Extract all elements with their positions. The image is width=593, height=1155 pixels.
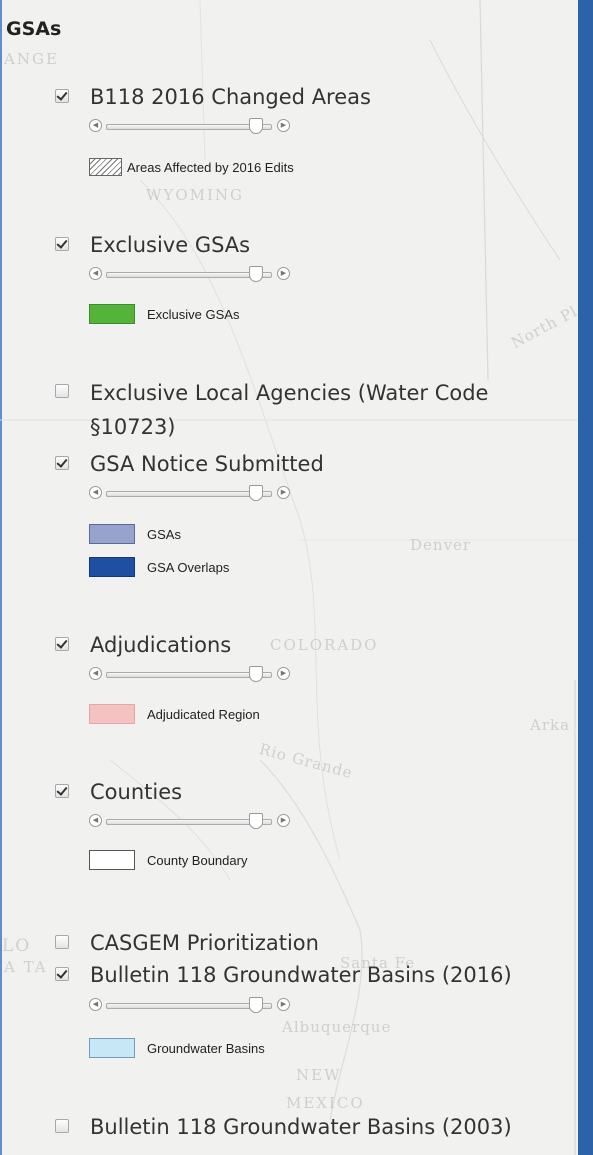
- slider-track[interactable]: [106, 124, 272, 130]
- color-swatch: [89, 557, 135, 577]
- layer-name: Counties: [90, 780, 183, 804]
- layer-checkbox[interactable]: [55, 89, 69, 103]
- layer-checkbox[interactable]: [55, 456, 69, 470]
- layer-name: Exclusive GSAs: [90, 233, 251, 257]
- color-swatch: [89, 524, 135, 544]
- map-label-new: NEW: [296, 1066, 342, 1084]
- layer-row-exclusive-local-agencies: Exclusive Local Agencies (Water Code §10…: [55, 379, 560, 444]
- panel-scrollbar[interactable]: [578, 0, 593, 1155]
- slider-thumb[interactable]: [249, 666, 263, 682]
- layer-checkbox[interactable]: [55, 784, 69, 798]
- panel-title: GSAs: [6, 18, 62, 40]
- increase-opacity-icon[interactable]: ▶: [277, 998, 290, 1011]
- layer-row-exclusive-gsas: Exclusive GSAs: [55, 232, 250, 259]
- layer-name: Bulletin 118 Groundwater Basins (2016): [90, 963, 512, 987]
- opacity-slider[interactable]: ◀ ▶: [89, 997, 297, 1015]
- legend-item: GSAs: [89, 524, 181, 544]
- slider-thumb[interactable]: [249, 118, 263, 134]
- slider-track[interactable]: [106, 1003, 272, 1009]
- layer-checkbox[interactable]: [55, 967, 69, 981]
- legend-label: Areas Affected by 2016 Edits: [127, 159, 294, 175]
- legend-label: GSAs: [147, 526, 181, 542]
- layer-name: B118 2016 Changed Areas: [90, 85, 371, 109]
- legend-item: Exclusive GSAs: [89, 304, 239, 324]
- increase-opacity-icon[interactable]: ▶: [277, 667, 290, 680]
- opacity-slider[interactable]: ◀ ▶: [89, 266, 297, 284]
- color-swatch: [89, 1038, 135, 1058]
- layer-checkbox[interactable]: [55, 935, 69, 949]
- legend-label: Exclusive GSAs: [147, 306, 240, 322]
- map-label-albuquerque: Albuquerque: [282, 1018, 392, 1036]
- slider-thumb[interactable]: [249, 266, 263, 282]
- legend-item: GSA Overlaps: [89, 557, 229, 577]
- decrease-opacity-icon[interactable]: ◀: [89, 267, 102, 280]
- layer-list-panel: WYOMING Denver COLORADO Santa Fe Albuque…: [0, 0, 578, 1155]
- map-label-lo: LO: [2, 936, 32, 956]
- color-swatch: [89, 704, 135, 724]
- decrease-opacity-icon[interactable]: ◀: [89, 814, 102, 827]
- layer-name: Bulletin 118 Groundwater Basins (2003): [90, 1115, 512, 1139]
- decrease-opacity-icon[interactable]: ◀: [89, 667, 102, 680]
- layer-checkbox[interactable]: [55, 1119, 69, 1133]
- layer-checkbox[interactable]: [55, 637, 69, 651]
- legend-item: County Boundary: [89, 850, 247, 870]
- layer-row-adjudications: Adjudications: [55, 632, 231, 659]
- layer-checkbox[interactable]: [55, 237, 69, 251]
- increase-opacity-icon[interactable]: ▶: [277, 486, 290, 499]
- legend-label: Adjudicated Region: [147, 706, 260, 722]
- layer-name: CASGEM Prioritization: [90, 931, 319, 955]
- layer-row-counties: Counties: [55, 779, 182, 806]
- color-swatch: [89, 850, 135, 870]
- legend-item: Adjudicated Region: [89, 704, 260, 724]
- legend-item: Areas Affected by 2016 Edits: [89, 158, 294, 176]
- legend-label: GSA Overlaps: [147, 559, 230, 575]
- legend-item: Groundwater Basins: [89, 1038, 265, 1058]
- map-label-wyoming: WYOMING: [146, 186, 245, 204]
- color-swatch: [89, 304, 135, 324]
- slider-track[interactable]: [106, 491, 272, 497]
- map-label-colorado: COLORADO: [270, 636, 379, 654]
- layer-row-gsa-notice-submitted: GSA Notice Submitted: [55, 451, 324, 478]
- decrease-opacity-icon[interactable]: ◀: [89, 998, 102, 1011]
- layer-row-bulletin-118-2016: Bulletin 118 Groundwater Basins (2016): [55, 962, 512, 989]
- slider-track[interactable]: [106, 672, 272, 678]
- slider-thumb[interactable]: [249, 485, 263, 501]
- map-label-ange: ANGE: [4, 50, 59, 68]
- slider-track[interactable]: [106, 819, 272, 825]
- layer-name: Adjudications: [90, 633, 232, 657]
- map-label-arka: Arka: [530, 716, 571, 734]
- opacity-slider[interactable]: ◀ ▶: [89, 118, 297, 136]
- opacity-slider[interactable]: ◀ ▶: [89, 666, 297, 684]
- increase-opacity-icon[interactable]: ▶: [277, 814, 290, 827]
- layer-checkbox[interactable]: [55, 384, 69, 398]
- increase-opacity-icon[interactable]: ▶: [277, 119, 290, 132]
- map-label-a-ta: A TA: [4, 958, 48, 976]
- map-label-denver: Denver: [410, 536, 472, 554]
- increase-opacity-icon[interactable]: ▶: [277, 267, 290, 280]
- slider-thumb[interactable]: [249, 997, 263, 1013]
- decrease-opacity-icon[interactable]: ◀: [89, 486, 102, 499]
- legend-label: Groundwater Basins: [147, 1040, 265, 1056]
- opacity-slider[interactable]: ◀ ▶: [89, 813, 297, 831]
- layer-row-b118-changed-areas: B118 2016 Changed Areas: [55, 84, 371, 111]
- slider-track[interactable]: [106, 272, 272, 278]
- layer-name: Exclusive Local Agencies (Water Code §10…: [90, 381, 489, 439]
- layer-row-casgem-prioritization: CASGEM Prioritization: [55, 930, 319, 957]
- layer-name: GSA Notice Submitted: [90, 452, 324, 476]
- layer-row-bulletin-118-2003: Bulletin 118 Groundwater Basins (2003): [55, 1114, 512, 1141]
- decrease-opacity-icon[interactable]: ◀: [89, 119, 102, 132]
- map-label-mexico: MEXICO: [286, 1094, 365, 1112]
- legend-label: County Boundary: [147, 852, 248, 868]
- slider-thumb[interactable]: [249, 813, 263, 829]
- hatch-swatch: [89, 158, 122, 176]
- opacity-slider[interactable]: ◀ ▶: [89, 485, 297, 503]
